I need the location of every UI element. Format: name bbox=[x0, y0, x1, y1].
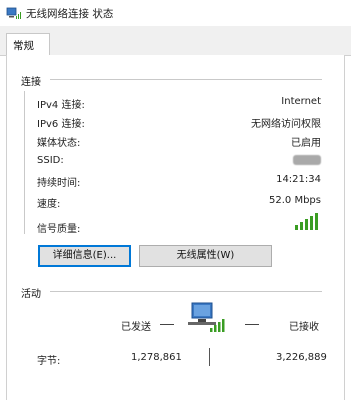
window-title: 无线网络连接 状态 bbox=[26, 7, 114, 20]
ipv6-value: 无网络访问权限 bbox=[251, 119, 321, 130]
tab-strip: 常规 bbox=[0, 26, 351, 57]
connection-section-title: 连接 bbox=[21, 77, 41, 88]
ipv6-label: IPv6 连接: bbox=[37, 119, 85, 130]
bytes-sent-value: 1,278,861 bbox=[131, 352, 182, 363]
sent-dash bbox=[160, 324, 174, 325]
received-dash bbox=[245, 324, 259, 325]
media-state-label: 媒体状态: bbox=[37, 138, 81, 149]
wireless-properties-button[interactable]: 无线属性(W) bbox=[139, 245, 272, 267]
title-bar: 无线网络连接 状态 bbox=[0, 0, 351, 26]
speed-label: 速度: bbox=[37, 199, 61, 210]
bytes-label: 字节: bbox=[37, 356, 61, 367]
activity-divider bbox=[50, 291, 322, 292]
media-state-value: 已启用 bbox=[291, 138, 321, 149]
signal-strength-icon bbox=[295, 213, 318, 230]
ipv4-value: Internet bbox=[281, 96, 321, 107]
duration-value: 14:21:34 bbox=[276, 174, 321, 185]
ipv4-label: IPv4 连接: bbox=[37, 100, 85, 111]
activity-separator bbox=[209, 348, 210, 366]
activity-section-title: 活动 bbox=[21, 289, 41, 300]
connection-group-line bbox=[24, 91, 25, 234]
signal-quality-label: 信号质量: bbox=[37, 224, 81, 235]
network-icon bbox=[6, 7, 21, 19]
connection-divider bbox=[50, 79, 322, 80]
ssid-value-redacted bbox=[293, 155, 321, 165]
details-button[interactable]: 详细信息(E)... bbox=[38, 245, 131, 267]
speed-value: 52.0 Mbps bbox=[269, 195, 321, 206]
network-activity-icon bbox=[188, 302, 225, 332]
sent-label: 已发送 bbox=[121, 322, 151, 333]
bytes-received-value: 3,226,889 bbox=[276, 352, 327, 363]
received-label: 已接收 bbox=[289, 322, 319, 333]
tab-general[interactable]: 常规 bbox=[6, 33, 50, 57]
duration-label: 持续时间: bbox=[37, 178, 81, 189]
ssid-label: SSID: bbox=[37, 155, 64, 166]
